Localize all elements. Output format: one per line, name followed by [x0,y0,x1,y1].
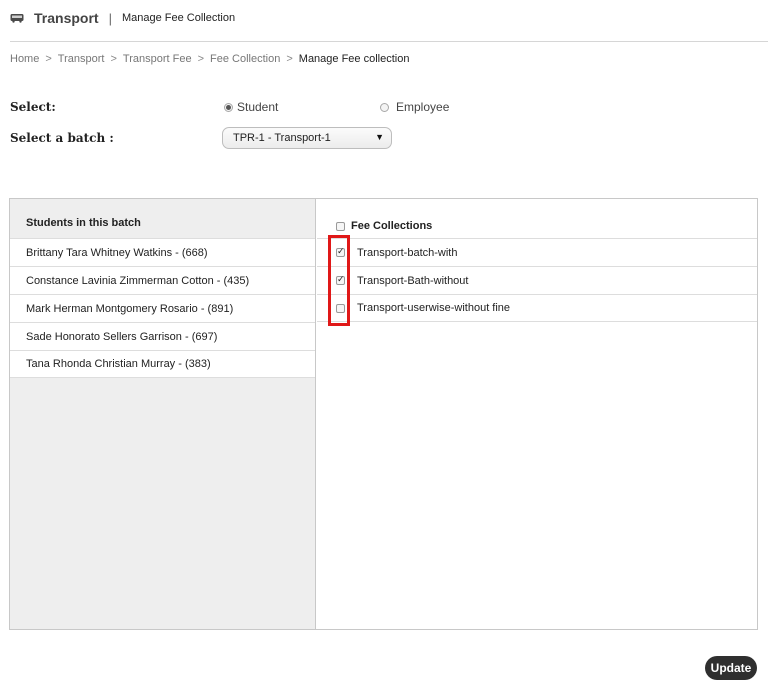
title-separator: | [108,10,112,26]
fee-collections-header: Fee Collections [317,199,757,238]
radio-student-indicator[interactable] [224,102,233,112]
breadcrumb-fee-collection[interactable]: Fee Collection [210,53,280,65]
fee-item: Transport-Bath-without [317,266,757,294]
fee-label: Transport-userwise-without fine [357,302,511,314]
breadcrumb-separator: > [286,53,293,65]
radio-student-label: Student [237,100,279,114]
fee-collections-heading: Fee Collections [351,220,433,232]
update-button[interactable]: Update [705,656,757,680]
breadcrumb-separator: > [110,53,117,65]
breadcrumb-transport-fee[interactable]: Transport Fee [123,53,192,65]
page-subtitle: Manage Fee Collection [121,12,236,24]
app-title: Transport [34,10,99,26]
header-divider [10,41,768,42]
breadcrumb-home[interactable]: Home [10,53,39,65]
fee-collections-column: Fee Collections Transport-batch-with Tra… [317,199,757,629]
student-item[interactable]: Constance Lavinia Zimmerman Cotton - (43… [10,266,315,294]
student-list: Brittany Tara Whitney Watkins - (668) Co… [10,238,315,378]
checkbox-highlight-box [328,235,350,326]
bus-icon [10,13,24,23]
select-all-fees-checkbox[interactable] [336,222,345,231]
radio-employee-indicator[interactable] [380,102,389,112]
radio-employee-label: Employee [396,100,450,114]
select-label: Select: [10,100,56,114]
student-item[interactable]: Tana Rhonda Christian Murray - (383) [10,350,315,378]
batch-select-value: TPR-1 - Transport-1 [233,132,331,144]
student-item[interactable]: Brittany Tara Whitney Watkins - (668) [10,238,315,266]
students-column: Students in this batch Brittany Tara Whi… [10,199,316,629]
fee-item: Transport-batch-with [317,238,757,266]
fee-assignment-panel: Students in this batch Brittany Tara Whi… [9,198,758,630]
radio-student[interactable]: Student [224,100,278,114]
breadcrumb: Home > Transport > Transport Fee > Fee C… [10,53,409,65]
page-header: Transport | Manage Fee Collection [10,8,235,28]
batch-select[interactable]: TPR-1 - Transport-1 ▼ [222,127,392,149]
student-item[interactable]: Sade Honorato Sellers Garrison - (697) [10,322,315,350]
breadcrumb-transport[interactable]: Transport [58,53,105,65]
breadcrumb-separator: > [197,53,205,65]
fee-item: Transport-userwise-without fine [317,294,757,322]
students-heading: Students in this batch [26,217,141,229]
fee-label: Transport-batch-with [357,246,458,259]
batch-label: Select a batch : [10,131,114,145]
breadcrumb-current: Manage Fee collection [298,53,410,65]
chevron-down-icon: ▼ [375,132,384,142]
radio-employee[interactable]: Employee [380,100,449,114]
breadcrumb-separator: > [45,53,52,65]
student-item[interactable]: Mark Herman Montgomery Rosario - (891) [10,294,315,322]
fee-label: Transport-Bath-without [357,274,469,287]
